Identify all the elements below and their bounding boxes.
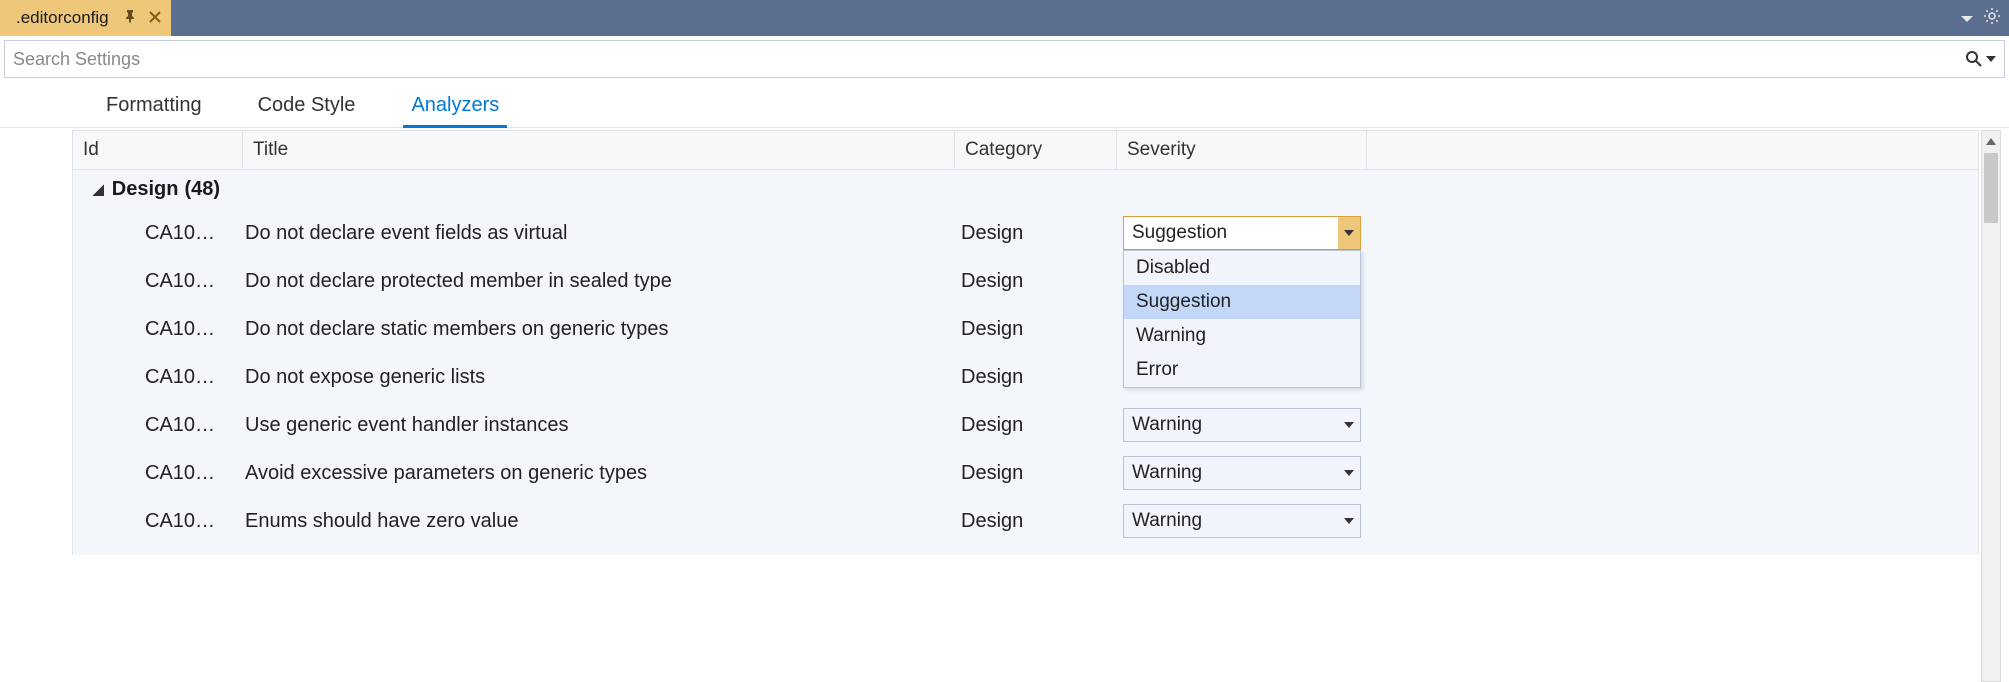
chevron-down-icon bbox=[1986, 56, 1996, 62]
rule-severity-cell: Warning bbox=[1117, 504, 1367, 538]
group-count: (48) bbox=[184, 178, 220, 201]
dropdown-button[interactable] bbox=[1338, 409, 1360, 441]
titlebar: .editorconfig bbox=[0, 0, 2009, 36]
rule-category: Design bbox=[955, 510, 1117, 533]
rule-row[interactable]: CA10…Do not declare static members on ge… bbox=[73, 305, 1978, 353]
grid-body: ◢ Design (48) CA10…Do not declare event … bbox=[72, 170, 1979, 555]
rule-row[interactable]: CA10…Use generic event handler instances… bbox=[73, 401, 1978, 449]
severity-option[interactable]: Error bbox=[1124, 353, 1360, 387]
tab-formatting[interactable]: Formatting bbox=[78, 88, 230, 127]
rule-severity-cell: Warning bbox=[1117, 408, 1367, 442]
search-input[interactable] bbox=[13, 49, 1964, 70]
rule-title: Do not declare event fields as virtual bbox=[243, 222, 955, 245]
gear-icon[interactable] bbox=[1983, 7, 2001, 30]
analyzers-grid: Id Title Category Severity ◢ Design (48)… bbox=[4, 130, 2005, 682]
rule-id: CA10… bbox=[145, 414, 243, 437]
search-icon bbox=[1964, 49, 1984, 69]
group-name: Design bbox=[112, 178, 179, 201]
severity-value: Warning bbox=[1132, 510, 1202, 532]
chevron-down-icon bbox=[1344, 470, 1354, 476]
rule-severity-cell: SuggestionDisabledSuggestionWarningError bbox=[1117, 216, 1367, 250]
vertical-scrollbar[interactable] bbox=[1981, 130, 2001, 682]
tab-code-style[interactable]: Code Style bbox=[230, 88, 384, 127]
rule-row[interactable]: CA10…Do not expose generic listsDesign bbox=[73, 353, 1978, 401]
column-header-id[interactable]: Id bbox=[73, 131, 243, 169]
rule-row[interactable]: CA10…Avoid excessive parameters on gener… bbox=[73, 449, 1978, 497]
search-row bbox=[4, 40, 2005, 78]
rule-category: Design bbox=[955, 318, 1117, 341]
close-icon[interactable] bbox=[149, 8, 161, 28]
pin-icon[interactable] bbox=[123, 8, 137, 28]
rule-severity-cell: Warning bbox=[1117, 456, 1367, 490]
rule-title: Do not declare protected member in seale… bbox=[243, 270, 955, 293]
severity-dropdown: DisabledSuggestionWarningError bbox=[1123, 250, 1361, 388]
severity-value: Suggestion bbox=[1132, 222, 1227, 244]
column-header-category[interactable]: Category bbox=[955, 131, 1117, 169]
rule-category: Design bbox=[955, 414, 1117, 437]
dropdown-button[interactable] bbox=[1338, 457, 1360, 489]
editorconfig-designer: Formatting Code Style Analyzers Id Title… bbox=[0, 36, 2009, 682]
severity-value: Warning bbox=[1132, 414, 1202, 436]
rule-id: CA10… bbox=[145, 510, 243, 533]
rule-id: CA10… bbox=[145, 270, 243, 293]
severity-option[interactable]: Warning bbox=[1124, 319, 1360, 353]
group-row-design[interactable]: ◢ Design (48) bbox=[73, 170, 1978, 209]
rule-id: CA10… bbox=[145, 366, 243, 389]
rule-title: Enums should have zero value bbox=[243, 510, 955, 533]
document-tab-label: .editorconfig bbox=[16, 8, 109, 28]
search-button[interactable] bbox=[1964, 49, 1996, 69]
severity-value: Warning bbox=[1132, 462, 1202, 484]
grid-header: Id Title Category Severity bbox=[72, 130, 1979, 170]
rule-title: Do not expose generic lists bbox=[243, 366, 955, 389]
chevron-down-icon bbox=[1344, 230, 1354, 236]
chevron-down-icon: ◢ bbox=[93, 181, 104, 198]
window-menu-icon[interactable] bbox=[1961, 8, 1973, 29]
rule-category: Design bbox=[955, 462, 1117, 485]
severity-option[interactable]: Suggestion bbox=[1124, 285, 1360, 319]
rule-category: Design bbox=[955, 366, 1117, 389]
rule-id: CA10… bbox=[145, 318, 243, 341]
rule-title: Use generic event handler instances bbox=[243, 414, 955, 437]
chevron-down-icon bbox=[1344, 518, 1354, 524]
severity-select[interactable]: Warning bbox=[1123, 504, 1361, 538]
settings-tabs: Formatting Code Style Analyzers bbox=[0, 78, 2009, 128]
severity-select[interactable]: Warning bbox=[1123, 456, 1361, 490]
chevron-down-icon bbox=[1344, 422, 1354, 428]
severity-select[interactable]: Warning bbox=[1123, 408, 1361, 442]
rule-title: Do not declare static members on generic… bbox=[243, 318, 955, 341]
severity-option[interactable]: Disabled bbox=[1124, 251, 1360, 285]
dropdown-button[interactable] bbox=[1338, 217, 1360, 249]
dropdown-button[interactable] bbox=[1338, 505, 1360, 537]
rule-row[interactable]: CA10…Enums should have zero valueDesign W… bbox=[73, 497, 1978, 545]
severity-select[interactable]: Suggestion bbox=[1123, 216, 1361, 250]
rule-id: CA10… bbox=[145, 462, 243, 485]
rule-row[interactable]: CA10…Do not declare event fields as virt… bbox=[73, 209, 1978, 257]
scroll-thumb[interactable] bbox=[1984, 153, 1998, 223]
document-tab[interactable]: .editorconfig bbox=[0, 0, 171, 36]
rule-category: Design bbox=[955, 222, 1117, 245]
rule-row[interactable]: CA10…Do not declare protected member in … bbox=[73, 257, 1978, 305]
column-header-title[interactable]: Title bbox=[243, 131, 955, 169]
rule-id: CA10… bbox=[145, 222, 243, 245]
tab-analyzers[interactable]: Analyzers bbox=[383, 88, 527, 127]
rule-category: Design bbox=[955, 270, 1117, 293]
scroll-up-icon[interactable] bbox=[1982, 131, 2000, 151]
rule-title: Avoid excessive parameters on generic ty… bbox=[243, 462, 955, 485]
column-header-severity[interactable]: Severity bbox=[1117, 131, 1367, 169]
